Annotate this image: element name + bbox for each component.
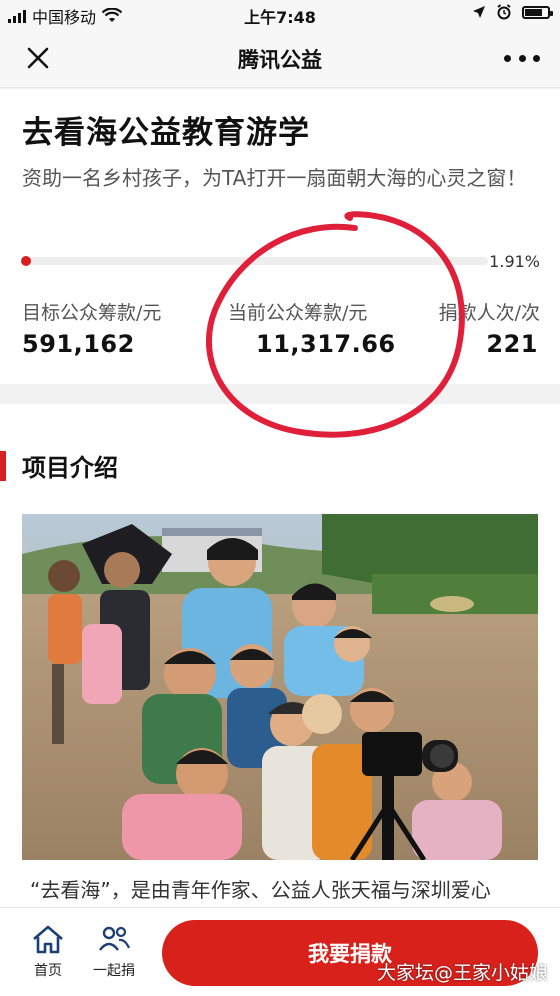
section-title: 项目介绍 [22, 454, 118, 482]
project-title: 去看海公益教育游学 [22, 115, 310, 151]
stat-current-value: 11,317.66 [256, 330, 396, 358]
location-icon [473, 6, 485, 18]
more-icon-dot [504, 54, 511, 62]
alarm-icon [497, 4, 511, 20]
intro-text: “去看海”，是由青年作家、公益人张天福与深圳爱心 [30, 878, 491, 902]
stat-target-value: 591,162 [22, 330, 135, 358]
tab-home-label: 首页 [34, 963, 62, 979]
section-marker [0, 451, 6, 481]
nav-title: 腾讯公益 [238, 48, 322, 72]
project-photo[interactable] [22, 514, 538, 860]
stat-donors-label: 捐款人次/次 [438, 302, 540, 324]
tab-together-label: 一起捐 [93, 963, 135, 979]
watermark: 大家坛@王家小姑娘 [376, 962, 548, 984]
more-icon-dot [533, 54, 540, 62]
photo-illustration [22, 514, 538, 860]
project-description: 资助一名乡村孩子，为TA打开一扇面朝大海的心灵之窗！ [22, 166, 527, 190]
stat-current-label: 当前公众筹款/元 [228, 302, 368, 324]
progress-dot [21, 256, 31, 266]
stat-target-label: 目标公众筹款/元 [22, 302, 162, 324]
home-icon [33, 925, 63, 954]
more-icon-dot [518, 54, 526, 62]
battery-icon [522, 5, 553, 19]
tab-together[interactable]: 一起捐 [84, 924, 144, 980]
more-button[interactable] [504, 44, 540, 72]
navbar: 腾讯公益 [0, 28, 560, 88]
project-card: 去看海公益教育游学 资助一名乡村孩子，为TA打开一扇面朝大海的心灵之窗！ 1.9… [0, 89, 560, 384]
progress-bar [21, 256, 488, 266]
status-right [472, 4, 553, 20]
progress-percent: 1.91% [489, 252, 540, 271]
status-bar: 中国移动 上午7:48 [0, 0, 560, 28]
tab-home[interactable]: 首页 [18, 924, 78, 980]
people-icon [99, 926, 131, 951]
stat-donors-value: 221 [486, 330, 538, 358]
